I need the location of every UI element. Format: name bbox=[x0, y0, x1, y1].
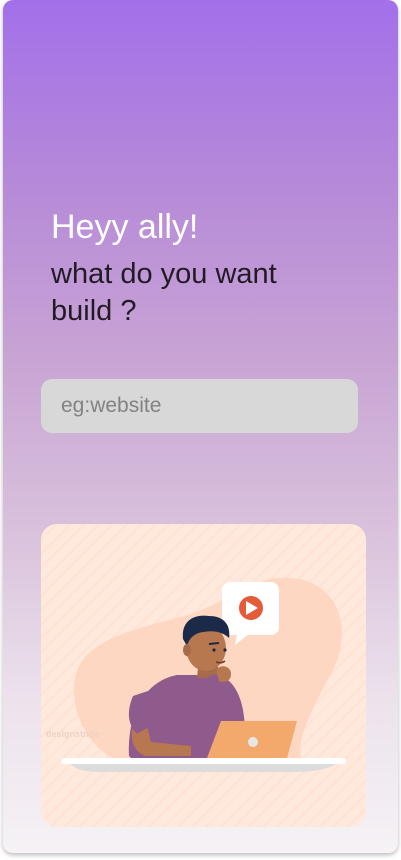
watermark-text: designstride bbox=[46, 729, 100, 739]
laptop bbox=[207, 721, 297, 761]
prompt-question: what do you want build ? bbox=[51, 258, 277, 327]
greeting-title: Heyy ally! bbox=[51, 208, 199, 246]
illustration-card: designstride bbox=[41, 524, 366, 827]
mobile-screen: Heyy ally! what do you want build ? eg:w… bbox=[3, 0, 398, 853]
desk bbox=[61, 758, 346, 772]
person-with-laptop-illustration: designstride bbox=[41, 524, 366, 827]
project-input[interactable] bbox=[41, 379, 358, 433]
